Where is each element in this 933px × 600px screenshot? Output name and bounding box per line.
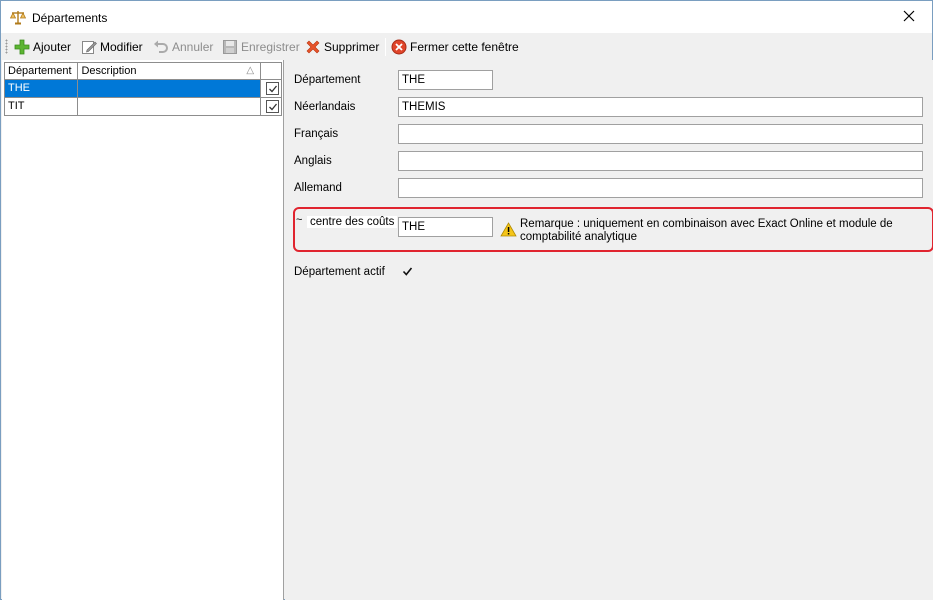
row-code: TIT <box>5 98 79 115</box>
actif-checkbox[interactable] <box>401 266 414 279</box>
delete-x-icon <box>305 39 321 55</box>
close-circle-icon <box>391 39 407 55</box>
delete-button[interactable]: Supprimer <box>305 37 379 57</box>
edit-button[interactable]: Modifier <box>81 37 143 57</box>
toolbar: Ajouter Modifier Annuler Enregistrer Sup <box>1 34 932 59</box>
close-window-button[interactable] <box>886 1 932 33</box>
table-row[interactable]: THE <box>4 80 282 98</box>
close-icon <box>903 10 915 25</box>
anglais-field[interactable] <box>398 151 923 171</box>
checkmark-icon <box>402 266 413 280</box>
toolbar-separator <box>385 38 386 56</box>
grid-header: Département Description △ <box>4 62 282 80</box>
window-title: Départements <box>32 11 108 25</box>
cancel-button[interactable]: Annuler <box>153 37 213 57</box>
department-form: Département THE Néerlandais THEMIS Franç… <box>285 60 933 600</box>
column-header-description-label: Description <box>81 65 137 77</box>
table-row[interactable]: TIT <box>4 98 282 116</box>
departements-window: Départements Ajouter Modifier Annuler En… <box>0 0 933 600</box>
add-button[interactable]: Ajouter <box>14 37 71 57</box>
close-form-button[interactable]: Fermer cette fenêtre <box>391 37 519 57</box>
checkmark-icon <box>266 100 280 113</box>
allemand-field[interactable] <box>398 178 923 198</box>
save-label: Enregistrer <box>241 40 300 54</box>
warning-icon <box>500 222 517 237</box>
anglais-label: Anglais <box>294 155 332 167</box>
actif-label: Département actif <box>294 266 385 278</box>
cost-center-remark: Remarque : uniquement en combinaison ave… <box>520 218 893 243</box>
cost-center-label: centre des coûts <box>307 216 398 228</box>
toolbar-grip[interactable] <box>5 39 8 54</box>
neerlandais-field[interactable]: THEMIS <box>398 97 923 117</box>
undo-icon <box>153 39 169 55</box>
scales-icon <box>9 9 27 25</box>
row-code: THE <box>5 80 79 97</box>
column-header-check[interactable] <box>261 63 281 79</box>
row-checkbox-cell[interactable] <box>261 98 281 115</box>
departments-grid-panel: Département Description △ THE TIT <box>2 60 284 600</box>
departement-label: Département <box>294 74 361 86</box>
row-description <box>78 80 262 97</box>
francais-field[interactable] <box>398 124 923 144</box>
column-header-departement[interactable]: Département <box>5 63 79 79</box>
save-button[interactable]: Enregistrer <box>222 37 300 57</box>
departement-field[interactable]: THE <box>398 70 493 90</box>
cost-center-field[interactable]: THE <box>398 217 493 237</box>
edit-icon <box>81 39 97 55</box>
francais-label: Français <box>294 128 339 140</box>
delete-label: Supprimer <box>324 40 380 54</box>
cost-center-prefix: ~ <box>296 214 303 226</box>
column-header-description[interactable]: Description △ <box>78 63 262 79</box>
checkmark-icon <box>266 82 280 95</box>
neerlandais-label: Néerlandais <box>294 101 356 113</box>
allemand-label: Allemand <box>294 182 342 194</box>
plus-icon <box>14 39 30 55</box>
sort-ascending-icon: △ <box>246 65 255 76</box>
floppy-disk-icon <box>222 39 238 55</box>
row-checkbox-cell[interactable] <box>261 80 281 97</box>
cancel-label: Annuler <box>172 40 214 54</box>
close-form-label: Fermer cette fenêtre <box>410 40 519 54</box>
edit-label: Modifier <box>100 40 143 54</box>
add-label: Ajouter <box>33 40 72 54</box>
title-bar: Départements <box>1 1 932 33</box>
row-description <box>78 98 262 115</box>
